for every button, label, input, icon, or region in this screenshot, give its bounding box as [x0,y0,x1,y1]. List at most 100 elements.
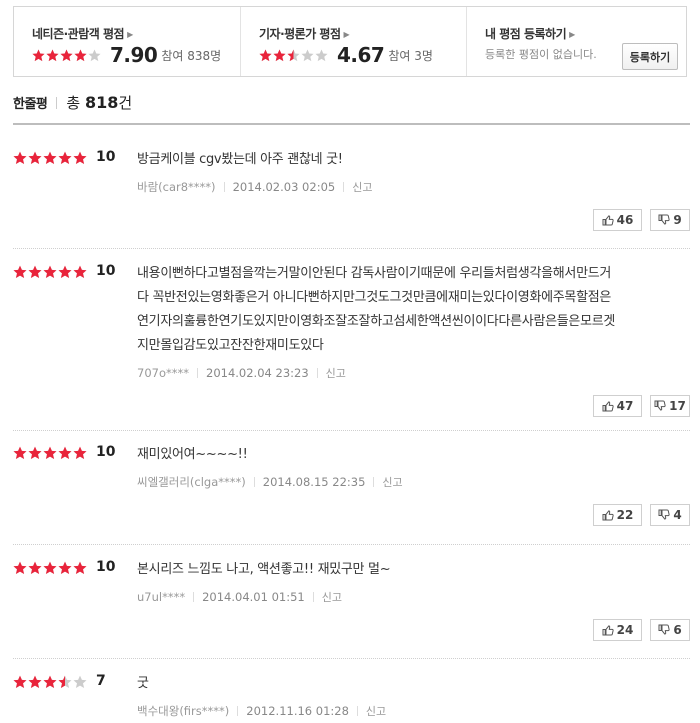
star-icon [60,49,73,62]
review-text: 내용이뻔하다고별점을깍는거말이안된다 감독사람이기때문에 우리들처럼생각을해서만… [137,262,687,358]
report-link[interactable]: 신고 [366,703,386,719]
review-divider [13,248,690,249]
report-link[interactable]: 신고 [322,589,342,605]
star-icon [28,446,42,460]
star-icon [73,151,87,165]
section-title: 한줄평 [13,97,48,112]
review-text-line: 내용이뻔하다고별점을깍는거말이안된다 감독사람이기때문에 우리들처럼생각을해서만… [137,266,612,281]
star-icon [73,265,87,279]
review-star-rating [13,561,88,575]
review-total: 총 818건 [66,93,133,112]
divider [343,182,345,192]
review-author[interactable]: 씨엘갤러리(clga****) [137,474,246,490]
like-button[interactable]: 24 [593,619,642,641]
review-score: 10 [96,444,116,460]
star-icon [73,561,87,575]
my-rating-title[interactable]: 내 평점 등록하기 ▶ [485,25,575,42]
netizen-rating-title[interactable]: 네티즌·관람객 평점 ▶ [32,25,133,42]
dislike-count: 9 [673,213,682,227]
review-date: 2014.02.04 23:23 [206,366,309,380]
review-text-line: 연기자의훌륭한연기도있지만이영화조잘조잘하고섬세한액션씬이이다다른사람은들은모르… [137,314,616,329]
divider [223,182,225,192]
review-date: 2014.04.01 01:51 [202,590,305,604]
star-icon [287,49,300,62]
star-icon [13,265,27,279]
like-count: 47 [616,399,634,413]
review-meta: u7ul**** 2014.04.01 01:51 신고 [137,589,342,605]
review-score: 10 [96,263,116,279]
critic-score: 4.67 [337,43,385,67]
report-link[interactable]: 신고 [326,365,346,381]
report-link[interactable]: 신고 [382,474,402,490]
star-icon [301,49,314,62]
thumbs-up-icon [602,215,614,226]
like-button[interactable]: 22 [593,504,642,526]
like-button[interactable]: 47 [593,395,642,417]
star-icon [28,561,42,575]
review-meta: 백수대왕(firs****) 2012.11.16 01:28 신고 [137,703,386,719]
my-rating-description: 등록한 평점이 없습니다. [485,48,597,61]
divider [197,368,198,378]
like-count: 22 [616,508,634,522]
like-count: 24 [616,623,634,637]
register-rating-button[interactable]: 등록하기 [622,43,678,70]
review-score: 7 [96,673,106,689]
review-author[interactable]: 707o**** [137,366,189,380]
like-button[interactable]: 46 [593,209,642,231]
dislike-button[interactable]: 9 [650,209,690,231]
star-icon [28,265,42,279]
dislike-button[interactable]: 17 [650,395,690,417]
star-icon [13,446,27,460]
review-author[interactable]: u7ul**** [137,590,185,604]
review-star-rating [13,151,88,165]
review-text-line: 굿 [137,676,149,691]
dislike-count: 6 [673,623,682,637]
review-meta: 바람(car8****) 2014.02.03 02:05 신고 [137,179,372,195]
star-icon [74,49,87,62]
thumbs-down-icon [658,624,670,635]
thumbs-up-icon [602,625,614,636]
netizen-rating-panel: 네티즌·관람객 평점 ▶ 7.90 참여 838명 [14,7,240,76]
netizen-star-rating [32,49,102,62]
review-text-line: 본시리즈 느낌도 나고, 액션좋고!! 재밌구만 멀~ [137,562,391,577]
review-score: 10 [96,149,116,165]
star-icon [315,49,328,62]
critic-rating-title[interactable]: 기자·평론가 평점 ▶ [259,25,350,42]
divider [237,706,239,716]
star-icon [259,49,272,62]
critic-participants: 참여 3명 [388,48,433,63]
review-divider [13,430,690,431]
like-count: 46 [616,213,634,227]
star-icon [13,561,27,575]
star-icon [73,446,87,460]
review-author[interactable]: 바람(car8****) [137,179,216,195]
dislike-button[interactable]: 4 [650,504,690,526]
star-icon [46,49,59,62]
star-icon [13,151,27,165]
star-icon [88,49,101,62]
star-icon [13,675,27,689]
chevron-right-icon: ▶ [569,30,575,39]
critic-rating-panel: 기자·평론가 평점 ▶ 4.67 참여 3명 [240,7,466,76]
star-icon [43,675,57,689]
star-icon [43,151,57,165]
star-icon [58,675,72,689]
dislike-count: 4 [673,508,682,522]
divider [193,592,195,602]
star-icon [32,49,45,62]
star-icon [273,49,286,62]
report-link[interactable]: 신고 [352,179,372,195]
review-text-line: 다 꼭반전있는영화좋은거 아니다뻔하지만그것도그것만큼에재미는있다이영화에주목할… [137,290,612,305]
review-text: 본시리즈 느낌도 나고, 액션좋고!! 재밌구만 멀~ [137,558,687,582]
review-date: 2012.11.16 01:28 [246,704,349,718]
star-icon [58,265,72,279]
divider [253,477,255,487]
critic-star-rating [259,49,329,62]
review-author[interactable]: 백수대왕(firs****) [137,703,229,719]
netizen-participants: 참여 838명 [161,48,222,63]
review-divider [13,544,690,545]
section-divider [13,123,690,125]
chevron-right-icon: ▶ [343,30,350,39]
review-text-line: 지만몰입감도있고잔잔한재미도있다 [137,338,324,353]
dislike-button[interactable]: 6 [650,619,690,641]
